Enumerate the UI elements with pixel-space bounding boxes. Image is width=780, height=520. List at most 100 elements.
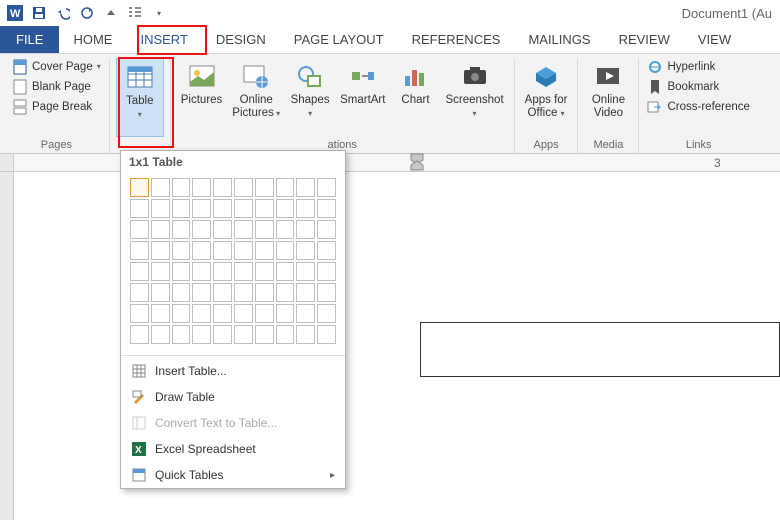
- table-grid-cell[interactable]: [234, 262, 253, 281]
- tab-insert[interactable]: INSERT: [126, 26, 201, 53]
- apps-for-office-button[interactable]: Apps forOffice ▾: [521, 58, 572, 137]
- table-grid-cell[interactable]: [172, 178, 191, 197]
- table-grid-cell[interactable]: [255, 178, 274, 197]
- table-grid-cell[interactable]: [234, 178, 253, 197]
- table-grid-cell[interactable]: [172, 304, 191, 323]
- quick-tables-menu-item[interactable]: Quick Tables▸: [121, 462, 345, 488]
- tab-page-layout[interactable]: PAGE LAYOUT: [280, 26, 398, 53]
- insert-table-menu-item[interactable]: Insert Table...: [121, 358, 345, 384]
- table-grid-cell[interactable]: [130, 241, 149, 260]
- table-grid-cell[interactable]: [172, 283, 191, 302]
- table-grid-cell[interactable]: [130, 304, 149, 323]
- table-grid-cell[interactable]: [213, 220, 232, 239]
- table-grid-cell[interactable]: [276, 283, 295, 302]
- table-grid-cell[interactable]: [151, 178, 170, 197]
- chart-button[interactable]: Chart: [391, 58, 439, 137]
- table-grid-cell[interactable]: [192, 220, 211, 239]
- table-grid-cell[interactable]: [317, 283, 336, 302]
- table-grid-cell[interactable]: [255, 283, 274, 302]
- spacing-icon[interactable]: [124, 2, 146, 24]
- table-grid-cell[interactable]: [317, 304, 336, 323]
- table-grid-cell[interactable]: [130, 220, 149, 239]
- table-grid-cell[interactable]: [255, 304, 274, 323]
- table-grid-cell[interactable]: [317, 199, 336, 218]
- table-grid-cell[interactable]: [276, 325, 295, 344]
- table-grid-cell[interactable]: [317, 178, 336, 197]
- draw-table-menu-item[interactable]: Draw Table: [121, 384, 345, 410]
- table-grid-cell[interactable]: [234, 304, 253, 323]
- table-grid-cell[interactable]: [172, 325, 191, 344]
- table-grid-cell[interactable]: [276, 241, 295, 260]
- cover-page-button[interactable]: Cover Page▾: [10, 58, 103, 76]
- table-grid-cell[interactable]: [234, 283, 253, 302]
- table-grid-cell[interactable]: [296, 199, 315, 218]
- table-grid-cell[interactable]: [234, 199, 253, 218]
- inserted-shape[interactable]: [420, 322, 780, 377]
- table-grid-cell[interactable]: [192, 304, 211, 323]
- table-grid-cell[interactable]: [296, 304, 315, 323]
- table-grid-cell[interactable]: [276, 220, 295, 239]
- table-grid-cell[interactable]: [276, 199, 295, 218]
- tab-mailings[interactable]: MAILINGS: [514, 26, 604, 53]
- table-grid-cell[interactable]: [255, 262, 274, 281]
- table-grid-cell[interactable]: [151, 304, 170, 323]
- table-grid-cell[interactable]: [276, 178, 295, 197]
- table-grid-cell[interactable]: [296, 262, 315, 281]
- table-button[interactable]: Table▾: [116, 58, 164, 137]
- horizontal-ruler[interactable]: 1 3: [0, 154, 780, 172]
- table-grid-cell[interactable]: [213, 304, 232, 323]
- table-grid-cell[interactable]: [255, 220, 274, 239]
- tab-review[interactable]: REVIEW: [605, 26, 684, 53]
- online-pictures-button[interactable]: OnlinePictures ▾: [228, 58, 284, 137]
- bookmark-button[interactable]: Bookmark: [645, 78, 751, 96]
- table-grid-cell[interactable]: [172, 262, 191, 281]
- table-grid-cell[interactable]: [130, 199, 149, 218]
- table-grid-cell[interactable]: [296, 241, 315, 260]
- table-grid-cell[interactable]: [172, 199, 191, 218]
- table-grid-cell[interactable]: [151, 220, 170, 239]
- excel-spreadsheet-menu-item[interactable]: XExcel Spreadsheet: [121, 436, 345, 462]
- table-grid-cell[interactable]: [213, 283, 232, 302]
- table-grid-cell[interactable]: [130, 325, 149, 344]
- table-grid-cell[interactable]: [234, 241, 253, 260]
- table-grid-cell[interactable]: [130, 262, 149, 281]
- cross-reference-button[interactable]: Cross-reference: [645, 98, 751, 116]
- table-grid-cell[interactable]: [296, 220, 315, 239]
- tab-references[interactable]: REFERENCES: [398, 26, 515, 53]
- table-grid-cell[interactable]: [213, 199, 232, 218]
- table-grid-cell[interactable]: [192, 178, 211, 197]
- table-grid-cell[interactable]: [151, 283, 170, 302]
- table-grid-cell[interactable]: [255, 241, 274, 260]
- table-grid-cell[interactable]: [192, 241, 211, 260]
- tab-view[interactable]: VIEW: [684, 26, 745, 53]
- table-grid-cell[interactable]: [151, 325, 170, 344]
- table-grid-cell[interactable]: [255, 199, 274, 218]
- table-grid-cell[interactable]: [296, 325, 315, 344]
- screenshot-button[interactable]: Screenshot▾: [441, 58, 507, 137]
- table-grid-cell[interactable]: [296, 178, 315, 197]
- table-grid-cell[interactable]: [151, 199, 170, 218]
- table-grid-cell[interactable]: [296, 283, 315, 302]
- table-grid-cell[interactable]: [317, 241, 336, 260]
- table-grid-cell[interactable]: [192, 199, 211, 218]
- vertical-ruler[interactable]: [0, 172, 14, 520]
- qat-dropdown-icon[interactable]: ▾: [148, 2, 170, 24]
- table-grid-cell[interactable]: [213, 262, 232, 281]
- smartart-button[interactable]: SmartArt: [336, 58, 389, 137]
- shapes-button[interactable]: Shapes▾: [286, 58, 334, 137]
- table-grid-cell[interactable]: [213, 178, 232, 197]
- pictures-button[interactable]: Pictures: [177, 58, 227, 137]
- table-grid-cell[interactable]: [172, 220, 191, 239]
- table-grid-cell[interactable]: [317, 220, 336, 239]
- tab-home[interactable]: HOME: [59, 26, 126, 53]
- table-grid-cell[interactable]: [276, 262, 295, 281]
- table-grid-cell[interactable]: [130, 283, 149, 302]
- table-grid-cell[interactable]: [192, 325, 211, 344]
- table-grid-cell[interactable]: [172, 241, 191, 260]
- table-size-grid[interactable]: [121, 173, 345, 353]
- hyperlink-button[interactable]: Hyperlink: [645, 58, 751, 76]
- table-grid-cell[interactable]: [130, 178, 149, 197]
- online-video-button[interactable]: OnlineVideo: [584, 58, 632, 137]
- table-grid-cell[interactable]: [234, 325, 253, 344]
- table-grid-cell[interactable]: [213, 325, 232, 344]
